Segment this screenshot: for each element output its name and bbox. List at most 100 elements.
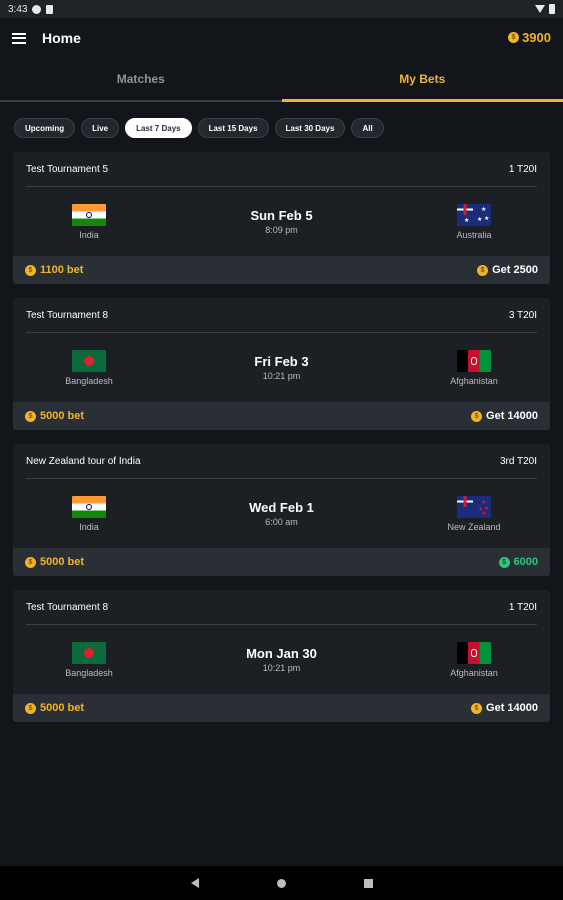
team-away: ★ ★ ★ ★ Australia xyxy=(444,203,504,240)
coin-icon: $ xyxy=(25,702,36,714)
coin-icon: $ xyxy=(471,410,483,422)
bangladesh-flag-icon xyxy=(72,349,106,372)
bet-card[interactable]: Test Tournament 8 1 T20I Bangladesh Mon … xyxy=(13,590,550,722)
team-home: India xyxy=(59,203,119,240)
card-footer: $ 1100 bet $ Get 2500 xyxy=(13,256,550,284)
match-time: 6:00 am xyxy=(265,517,298,527)
match-date: Mon Jan 30 xyxy=(246,646,317,661)
match-row: Bangladesh Fri Feb 3 10:21 pm Afghanista… xyxy=(13,333,550,402)
coin-icon: $ xyxy=(508,32,520,43)
status-left: 3:43 xyxy=(8,3,54,15)
status-bar: 3:43 xyxy=(0,0,563,18)
coin-icon: $ xyxy=(25,264,36,276)
match-format: 1 T20I xyxy=(508,601,537,613)
filter-upcoming[interactable]: Upcoming xyxy=(14,118,76,138)
filter-last-7-days[interactable]: Last 7 Days xyxy=(125,118,192,138)
card-header: Test Tournament 8 1 T20I xyxy=(13,590,550,624)
tab-matches[interactable]: Matches xyxy=(0,58,282,102)
coin-icon: $ xyxy=(25,556,36,568)
bet-amount: $ 5000 bet xyxy=(25,702,84,714)
tab-bar: Matches My Bets xyxy=(0,58,563,102)
card-header: Test Tournament 8 3 T20I xyxy=(13,298,550,332)
payout-text: Get 2500 xyxy=(492,264,538,276)
menu-icon[interactable] xyxy=(12,32,26,44)
team-home: Bangladesh xyxy=(59,641,119,678)
notification-icon xyxy=(32,4,42,14)
bet-amount: $ 5000 bet xyxy=(25,556,84,568)
india-flag-icon xyxy=(72,495,106,518)
match-row: India Sun Feb 5 8:09 pm ★ ★ ★ ★ Australi… xyxy=(13,187,550,256)
tournament-name: Test Tournament 8 xyxy=(26,601,109,613)
battery-icon xyxy=(549,4,555,14)
wifi-icon xyxy=(535,5,545,13)
team-away-name: Australia xyxy=(456,229,492,240)
tournament-name: Test Tournament 8 xyxy=(26,309,109,321)
coin-icon: $ xyxy=(498,556,510,568)
team-away: Afghanistan xyxy=(444,641,504,678)
team-away-name: Afghanistan xyxy=(450,375,498,386)
storage-icon xyxy=(46,4,54,14)
match-time: 10:21 pm xyxy=(262,663,301,673)
afghanistan-flag-icon xyxy=(456,641,491,664)
filter-live[interactable]: Live xyxy=(81,118,120,138)
filter-last-30-days[interactable]: Last 30 Days xyxy=(274,118,346,138)
team-home-name: India xyxy=(79,229,99,240)
tab-my-bets[interactable]: My Bets xyxy=(281,58,563,102)
bet-amount: $ 1100 bet xyxy=(25,264,83,276)
new-zealand-flag-icon: ★ ★ ★ ★ xyxy=(457,495,491,518)
bet-card[interactable]: Test Tournament 5 1 T20I India Sun Feb 5… xyxy=(13,152,550,284)
team-away-name: New Zealand xyxy=(447,521,501,532)
payout-text: Get 14000 xyxy=(486,410,538,422)
team-home-name: Bangladesh xyxy=(65,667,113,678)
coin-icon: $ xyxy=(471,702,483,714)
match-format: 3rd T20I xyxy=(499,455,537,467)
home-icon[interactable] xyxy=(276,878,286,888)
card-header: New Zealand tour of India 3rd T20I xyxy=(13,444,550,478)
back-icon[interactable] xyxy=(190,878,199,888)
bet-card[interactable]: New Zealand tour of India 3rd T20I India… xyxy=(13,444,550,576)
australia-flag-icon: ★ ★ ★ ★ xyxy=(457,203,491,226)
bet-payout: $ Get 14000 xyxy=(471,410,538,422)
bet-payout: $ Get 2500 xyxy=(477,264,538,276)
app-bar: Home $ 3900 xyxy=(0,18,563,58)
filter-all[interactable]: All xyxy=(351,118,384,138)
tournament-name: New Zealand tour of India xyxy=(26,455,141,467)
system-nav-bar xyxy=(0,866,563,900)
filter-chips: Upcoming Live Last 7 Days Last 15 Days L… xyxy=(0,102,563,138)
bet-payout: $ Get 14000 xyxy=(471,702,538,714)
bet-amount: $ 5000 bet xyxy=(25,410,84,422)
team-away-name: Afghanistan xyxy=(450,667,498,678)
team-home: India xyxy=(59,495,119,532)
team-home-name: India xyxy=(79,521,99,532)
tournament-name: Test Tournament 5 xyxy=(26,163,109,175)
payout-text: Get 14000 xyxy=(486,702,538,714)
coin-balance[interactable]: $ 3900 xyxy=(508,30,551,45)
recent-apps-icon[interactable] xyxy=(363,878,373,888)
status-right xyxy=(535,4,555,14)
team-home: Bangladesh xyxy=(59,349,119,386)
match-row: Bangladesh Mon Jan 30 10:21 pm Afghanist… xyxy=(13,625,550,694)
bet-amount-text: 5000 bet xyxy=(40,556,85,568)
match-info: Fri Feb 3 10:21 pm xyxy=(254,354,308,381)
bet-amount-text: 1100 bet xyxy=(40,264,84,276)
match-time: 10:21 pm xyxy=(262,371,301,381)
card-footer: $ 5000 bet $ Get 14000 xyxy=(13,694,550,722)
india-flag-icon xyxy=(72,203,106,226)
match-format: 1 T20I xyxy=(508,163,537,175)
filter-last-15-days[interactable]: Last 15 Days xyxy=(197,118,269,138)
afghanistan-flag-icon xyxy=(457,349,491,372)
status-time: 3:43 xyxy=(8,3,28,15)
card-header: Test Tournament 5 1 T20I xyxy=(13,152,550,186)
team-away: Afghanistan xyxy=(444,349,504,386)
match-info: Sun Feb 5 8:09 pm xyxy=(250,208,312,235)
match-time: 8:09 pm xyxy=(265,225,298,235)
bet-amount-text: 5000 bet xyxy=(40,702,85,714)
match-date: Fri Feb 3 xyxy=(254,354,309,369)
bet-card[interactable]: Test Tournament 8 3 T20I Bangladesh Fri … xyxy=(13,298,550,430)
card-footer: $ 5000 bet $ Get 14000 xyxy=(13,402,550,430)
card-footer: $ 5000 bet $ 6000 xyxy=(13,548,550,576)
match-info: Wed Feb 1 6:00 am xyxy=(249,500,314,527)
team-home-name: Bangladesh xyxy=(65,375,113,386)
team-away: ★ ★ ★ ★ New Zealand xyxy=(444,495,504,532)
bet-amount-text: 5000 bet xyxy=(40,410,85,422)
